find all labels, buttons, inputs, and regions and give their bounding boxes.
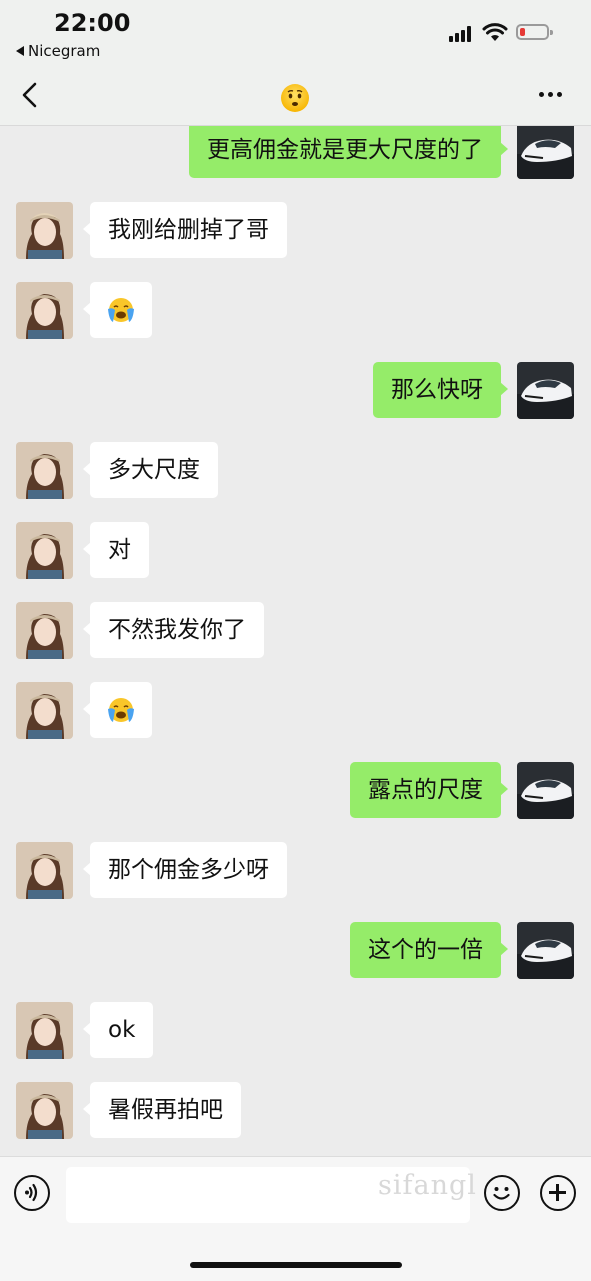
back-triangle-icon [16,46,24,56]
contact-avatar[interactable] [16,1002,73,1059]
message-bubble-incoming[interactable]: 暑假再拍吧 [83,1082,241,1138]
message-bubble-incoming[interactable] [83,282,152,338]
message-list[interactable]: 更高佣金就是更大尺度的了 我刚给删掉了哥 那么快呀 多大尺度 对 不然我发你了 … [0,126,591,1156]
input-bar: sifangl [0,1156,591,1281]
home-indicator [190,1262,402,1268]
loudly-crying-face-emoji-icon [108,698,134,722]
more-dots-icon[interactable] [537,92,567,100]
message-bubble-outgoing[interactable]: 那么快呀 [373,362,508,418]
cellular-signal-icon [449,26,475,42]
status-time: 22:00 [54,9,131,37]
wifi-icon [482,23,508,41]
back-to-app-link[interactable]: Nicegram [16,42,100,60]
message-bubble-outgoing[interactable]: 这个的一倍 [350,922,508,978]
emoji-smile-icon[interactable] [484,1175,520,1211]
contact-avatar[interactable] [16,682,73,739]
contact-avatar[interactable] [16,602,73,659]
self-avatar[interactable] [517,362,574,419]
message-bubble-incoming[interactable]: 那个佣金多少呀 [83,842,287,898]
message-bubble-outgoing[interactable]: 露点的尺度 [350,762,508,818]
contact-avatar[interactable] [16,1082,73,1139]
chevron-left-icon[interactable] [16,80,44,110]
self-avatar[interactable] [517,762,574,819]
worried-face-emoji-icon [281,84,309,112]
contact-avatar[interactable] [16,842,73,899]
message-bubble-incoming[interactable]: 对 [83,522,149,578]
message-bubble-incoming[interactable]: ok [82,1002,154,1058]
self-avatar[interactable] [517,126,574,179]
message-bubble-incoming[interactable]: 多大尺度 [83,442,218,498]
message-bubble-outgoing[interactable]: 更高佣金就是更大尺度的了 [189,126,508,178]
contact-avatar[interactable] [16,202,73,259]
battery-icon [516,24,553,40]
back-app-label: Nicegram [28,42,101,60]
loudly-crying-face-emoji-icon [108,298,134,322]
message-bubble-incoming[interactable]: 我刚给删掉了哥 [83,202,287,258]
contact-avatar[interactable] [16,522,73,579]
chat-header [0,66,591,126]
self-avatar[interactable] [517,922,574,979]
message-bubble-incoming[interactable]: 不然我发你了 [83,602,264,658]
status-bar: 22:00 Nicegram [0,0,591,66]
voice-input-icon[interactable] [14,1175,50,1211]
message-bubble-incoming[interactable] [83,682,152,738]
contact-avatar[interactable] [16,282,73,339]
contact-avatar[interactable] [16,442,73,499]
watermark-text: sifangl [378,1170,477,1201]
add-plus-icon[interactable] [540,1175,576,1211]
